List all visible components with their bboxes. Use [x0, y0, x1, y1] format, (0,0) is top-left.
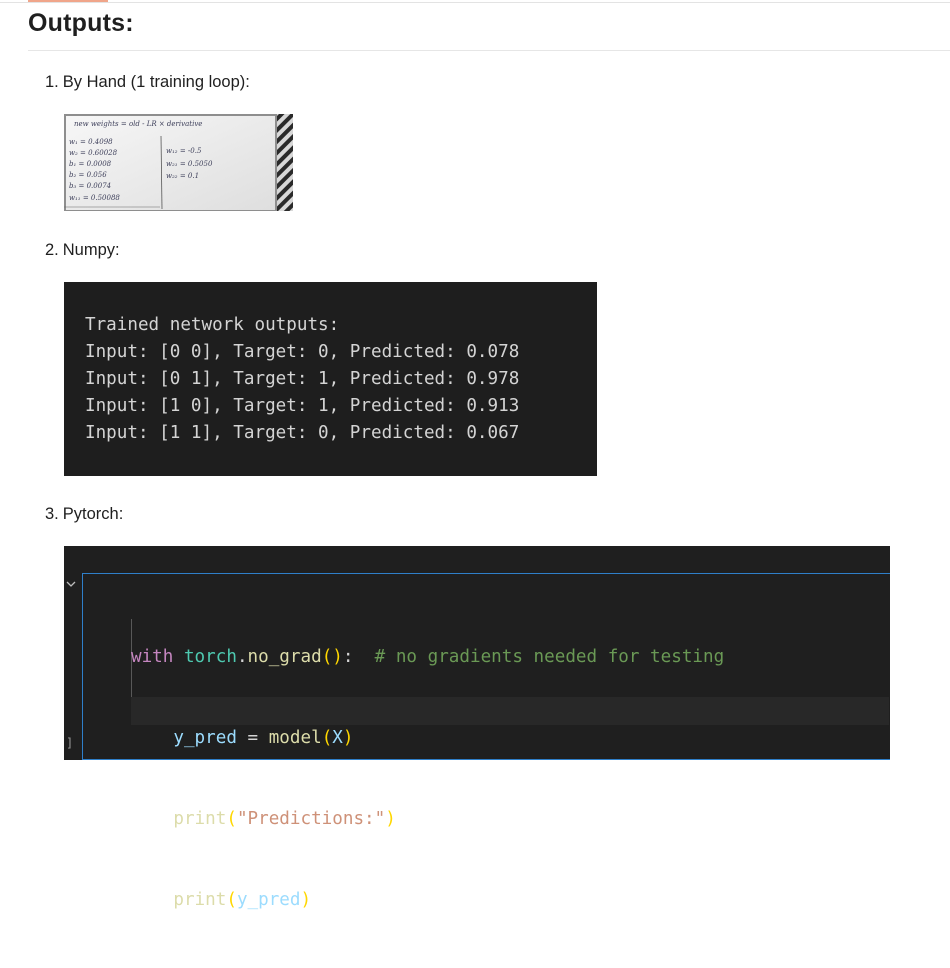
- code-line-2: y_pred = model(X): [173, 728, 354, 748]
- code-line-1: with torch.no_grad(): # no gradients nee…: [131, 647, 725, 667]
- svg-text:w₂₁ = 0.5050: w₂₁ = 0.5050: [166, 160, 213, 168]
- list-item-numpy: 2. Numpy:: [45, 241, 120, 260]
- code-comment: # no gradients needed for testing: [374, 647, 725, 667]
- svg-text:w₁₁ = 0.50088: w₁₁ = 0.50088: [69, 194, 120, 202]
- code-block[interactable]: with torch.no_grad(): # no gradients nee…: [131, 590, 724, 968]
- list-item-by-hand: 1. By Hand (1 training loop):: [45, 73, 250, 92]
- notes-header: new weights = old - LR × derivative: [74, 120, 202, 128]
- list-item-pytorch: 3. Pytorch:: [45, 505, 123, 524]
- svg-text:b₁ = 0.0008: b₁ = 0.0008: [69, 160, 112, 168]
- terminal-row: Input: [0 0], Target: 0, Predicted: 0.07…: [85, 342, 520, 362]
- svg-text:w₁ = 0.4098: w₁ = 0.4098: [69, 138, 113, 146]
- list-item-number: 2.: [45, 241, 59, 259]
- terminal-row: Input: [1 1], Target: 0, Predicted: 0.06…: [85, 423, 520, 443]
- list-item-number: 1.: [45, 73, 59, 91]
- svg-text:b₂ = 0.056: b₂ = 0.056: [69, 171, 107, 179]
- svg-text:w₂₂ = 0.1: w₂₂ = 0.1: [166, 172, 199, 180]
- chevron-down-icon[interactable]: [64, 576, 82, 594]
- terminal-row: Input: [1 0], Target: 1, Predicted: 0.91…: [85, 396, 520, 416]
- svg-text:w₂ = 0.60028: w₂ = 0.60028: [69, 149, 118, 157]
- pytorch-code-cell[interactable]: ] with torch.no_grad(): # no gradients n…: [64, 546, 890, 910]
- list-item-label: Numpy:: [62, 241, 120, 259]
- code-line-3: print("Predictions:"): [173, 809, 396, 829]
- numpy-output-terminal: Trained network outputs: Input: [0 0], T…: [64, 282, 597, 476]
- top-divider: [0, 2, 950, 3]
- handwritten-notes-image: new weights = old - LR × derivative w₁ =…: [64, 114, 293, 211]
- svg-text:w₁₂ = -0.5: w₁₂ = -0.5: [166, 147, 202, 155]
- title-divider: [28, 50, 950, 51]
- list-item-label: Pytorch:: [62, 505, 124, 523]
- page-title: Outputs:: [28, 9, 134, 37]
- terminal-heading: Trained network outputs:: [85, 315, 340, 335]
- code-line-4: print(y_pred): [173, 890, 312, 910]
- list-item-number: 3.: [45, 505, 59, 523]
- terminal-row: Input: [0 1], Target: 1, Predicted: 0.97…: [85, 369, 520, 389]
- list-item-label: By Hand (1 training loop):: [62, 73, 250, 91]
- svg-text:b₃ = 0.0074: b₃ = 0.0074: [69, 182, 111, 190]
- cell-execution-bracket: ]: [66, 736, 74, 750]
- terminal-text: Trained network outputs: Input: [0 0], T…: [85, 312, 519, 447]
- code-editor[interactable]: with torch.no_grad(): # no gradients nee…: [82, 573, 890, 910]
